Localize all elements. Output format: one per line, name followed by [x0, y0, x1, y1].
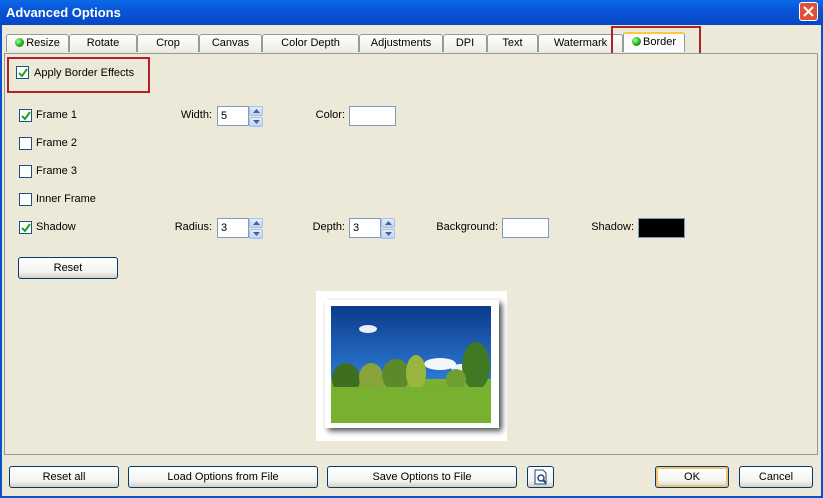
width-label: Width:: [180, 109, 212, 121]
tab-adjustments[interactable]: Adjustments: [359, 34, 443, 52]
depth-down-button[interactable]: [381, 229, 395, 239]
load-options-button[interactable]: Load Options from File: [128, 466, 318, 488]
checkmark-icon: [18, 68, 28, 78]
shadow-color-label: Shadow:: [591, 221, 634, 233]
arrow-down-icon: [253, 120, 260, 124]
depth-up-button[interactable]: [381, 218, 395, 228]
arrow-up-icon: [385, 221, 392, 225]
width-down-button[interactable]: [249, 117, 263, 127]
ok-button[interactable]: OK: [655, 466, 729, 488]
arrow-up-icon: [253, 221, 260, 225]
reset-button[interactable]: Reset: [18, 257, 118, 279]
cancel-button[interactable]: Cancel: [739, 466, 813, 488]
window-title: Advanced Options: [6, 5, 121, 20]
apply-border-label: Apply Border Effects: [34, 67, 135, 79]
frame2-label: Frame 2: [36, 137, 77, 149]
background-label: Background:: [436, 221, 498, 233]
width-spinner: [249, 106, 263, 127]
preview-image: [325, 300, 499, 428]
border-preview: [316, 291, 507, 441]
radius-spinner: [249, 218, 263, 239]
frame2-checkbox[interactable]: [19, 137, 32, 150]
shadow-checkbox[interactable]: [19, 221, 32, 234]
checkmark-icon: [21, 111, 31, 121]
frame3-checkbox[interactable]: [19, 165, 32, 178]
depth-input[interactable]: 3: [349, 218, 381, 238]
depth-label: Depth:: [312, 221, 345, 233]
inner-frame-checkbox[interactable]: [19, 193, 32, 206]
arrow-down-icon: [385, 232, 392, 236]
width-input[interactable]: 5: [217, 106, 249, 126]
apply-border-checkbox[interactable]: [16, 66, 29, 79]
tab-crop[interactable]: Crop: [137, 34, 199, 52]
width-up-button[interactable]: [249, 106, 263, 116]
background-swatch[interactable]: [502, 218, 549, 238]
shadow-label: Shadow: [36, 221, 76, 233]
checkmark-icon: [21, 223, 31, 233]
color-label: Color:: [315, 109, 345, 121]
radius-down-button[interactable]: [249, 229, 263, 239]
tab-rotate[interactable]: Rotate: [69, 34, 137, 52]
frame1-label: Frame 1: [36, 109, 77, 121]
tab-canvas[interactable]: Canvas: [199, 34, 262, 52]
color-swatch[interactable]: [349, 106, 396, 126]
title-bar: Advanced Options: [0, 0, 823, 25]
close-icon: [803, 6, 814, 17]
radius-up-button[interactable]: [249, 218, 263, 228]
frame3-label: Frame 3: [36, 165, 77, 177]
reset-all-button[interactable]: Reset all: [9, 466, 119, 488]
preview-button[interactable]: [527, 466, 554, 488]
depth-spinner: [381, 218, 395, 239]
tab-resize[interactable]: Resize: [6, 34, 69, 52]
radius-input[interactable]: 3: [217, 218, 249, 238]
save-options-button[interactable]: Save Options to File: [327, 466, 517, 488]
frame1-checkbox[interactable]: [19, 109, 32, 122]
arrow-up-icon: [253, 109, 260, 113]
close-button[interactable]: [799, 2, 818, 21]
shadow-color-swatch[interactable]: [638, 218, 685, 238]
status-dot-icon: [15, 38, 25, 47]
arrow-down-icon: [253, 232, 260, 236]
radius-label: Radius:: [174, 221, 212, 233]
tab-text[interactable]: Text: [487, 34, 538, 52]
tab-dpi[interactable]: DPI: [443, 34, 487, 52]
tab-color-depth[interactable]: Color Depth: [262, 34, 359, 52]
preview-magnifier-icon: [534, 469, 547, 485]
inner-frame-label: Inner Frame: [36, 193, 96, 205]
